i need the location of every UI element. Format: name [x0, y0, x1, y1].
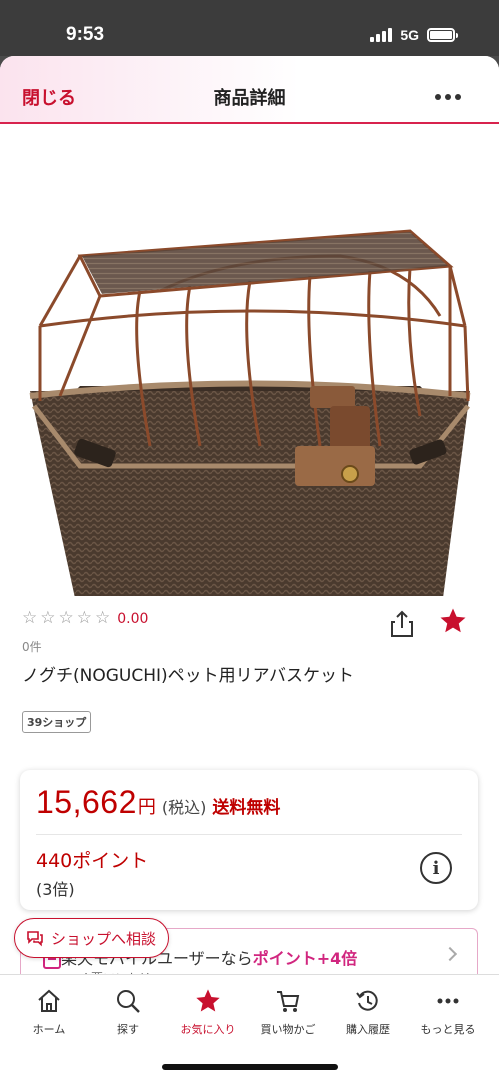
home-icon — [38, 989, 60, 1012]
nav-favorites[interactable]: お気に入り — [173, 987, 243, 1037]
star-icon — [196, 989, 220, 1012]
page-title: 商品詳細 — [213, 88, 286, 109]
more-icon — [437, 998, 459, 1004]
points-label: 440ポイント — [36, 850, 149, 872]
cart-icon — [277, 991, 300, 1012]
status-bar: 9:53 5G — [0, 0, 499, 56]
history-icon — [356, 990, 378, 1011]
consult-label: ショップへ相談 — [51, 929, 157, 948]
tax-label: (税込) — [161, 798, 207, 817]
nav-home[interactable]: ホーム — [14, 987, 84, 1037]
star-outline-icon: ☆ — [58, 608, 74, 628]
home-indicator[interactable] — [162, 1064, 338, 1070]
star-outline-icon: ☆ — [76, 608, 92, 628]
nav-label: お気に入り — [180, 1023, 236, 1036]
rating-row: ☆ ☆ ☆ ☆ ☆ 0.00 — [22, 610, 148, 627]
price-row: 15,662 円 (税込) 送料無料 — [36, 784, 280, 821]
shop-consult-button[interactable]: ショップへ相談 — [14, 918, 170, 958]
signal-icon — [370, 28, 393, 42]
nav-more[interactable]: もっと見る — [413, 987, 483, 1037]
nav-label: もっと見る — [420, 1023, 476, 1036]
rating-stars: ☆ ☆ ☆ ☆ ☆ — [22, 610, 110, 627]
product-name: ノグチ(NOGUCHI)ペット用リアバスケット — [22, 666, 354, 686]
chat-icon — [27, 931, 43, 947]
network-type: 5G — [400, 27, 419, 43]
nav-label: 買い物かご — [260, 1023, 316, 1036]
battery-icon — [427, 28, 458, 42]
price-amount: 15,662 — [36, 784, 137, 820]
rating-value[interactable]: 0.00 — [117, 611, 148, 627]
top-bar: 閉じる 商品詳細 — [0, 56, 499, 124]
product-image[interactable] — [20, 156, 480, 596]
status-time: 9:53 — [66, 24, 105, 45]
product-detail-sheet: 閉じる 商品詳細 ☆ ☆ ☆ ☆ ☆ 0.00 0件 ノグチ(NOGUCHI)ペ… — [0, 56, 499, 1080]
favorite-star-icon[interactable] — [438, 606, 468, 636]
shop39-badge: 39ショップ — [22, 711, 92, 733]
nav-history[interactable]: 購入履歴 — [333, 987, 403, 1037]
nav-label: 探す — [117, 1023, 139, 1036]
status-indicators: 5G — [370, 27, 458, 43]
chevron-right-icon — [442, 946, 458, 962]
share-icon[interactable] — [390, 610, 414, 638]
star-outline-icon: ☆ — [40, 608, 56, 628]
nav-label: ホーム — [32, 1023, 66, 1036]
nav-cart[interactable]: 買い物かご — [253, 987, 323, 1037]
star-outline-icon: ☆ — [95, 608, 111, 628]
free-shipping-label: 送料無料 — [212, 798, 281, 818]
search-icon — [117, 990, 140, 1013]
card-divider — [36, 834, 462, 835]
more-dots-icon[interactable] — [435, 94, 461, 100]
review-count[interactable]: 0件 — [22, 638, 42, 655]
points-multiplier: (3倍) — [36, 880, 75, 899]
promo-text-highlight: ポイント+4倍 — [252, 949, 358, 968]
nav-label: 購入履歴 — [346, 1023, 390, 1036]
info-icon[interactable]: i — [420, 852, 452, 884]
star-outline-icon: ☆ — [22, 608, 38, 628]
nav-search[interactable]: 探す — [93, 987, 163, 1037]
price-currency: 円 — [137, 797, 156, 818]
price-card: 15,662 円 (税込) 送料無料 440ポイント (3倍) i — [20, 770, 478, 910]
